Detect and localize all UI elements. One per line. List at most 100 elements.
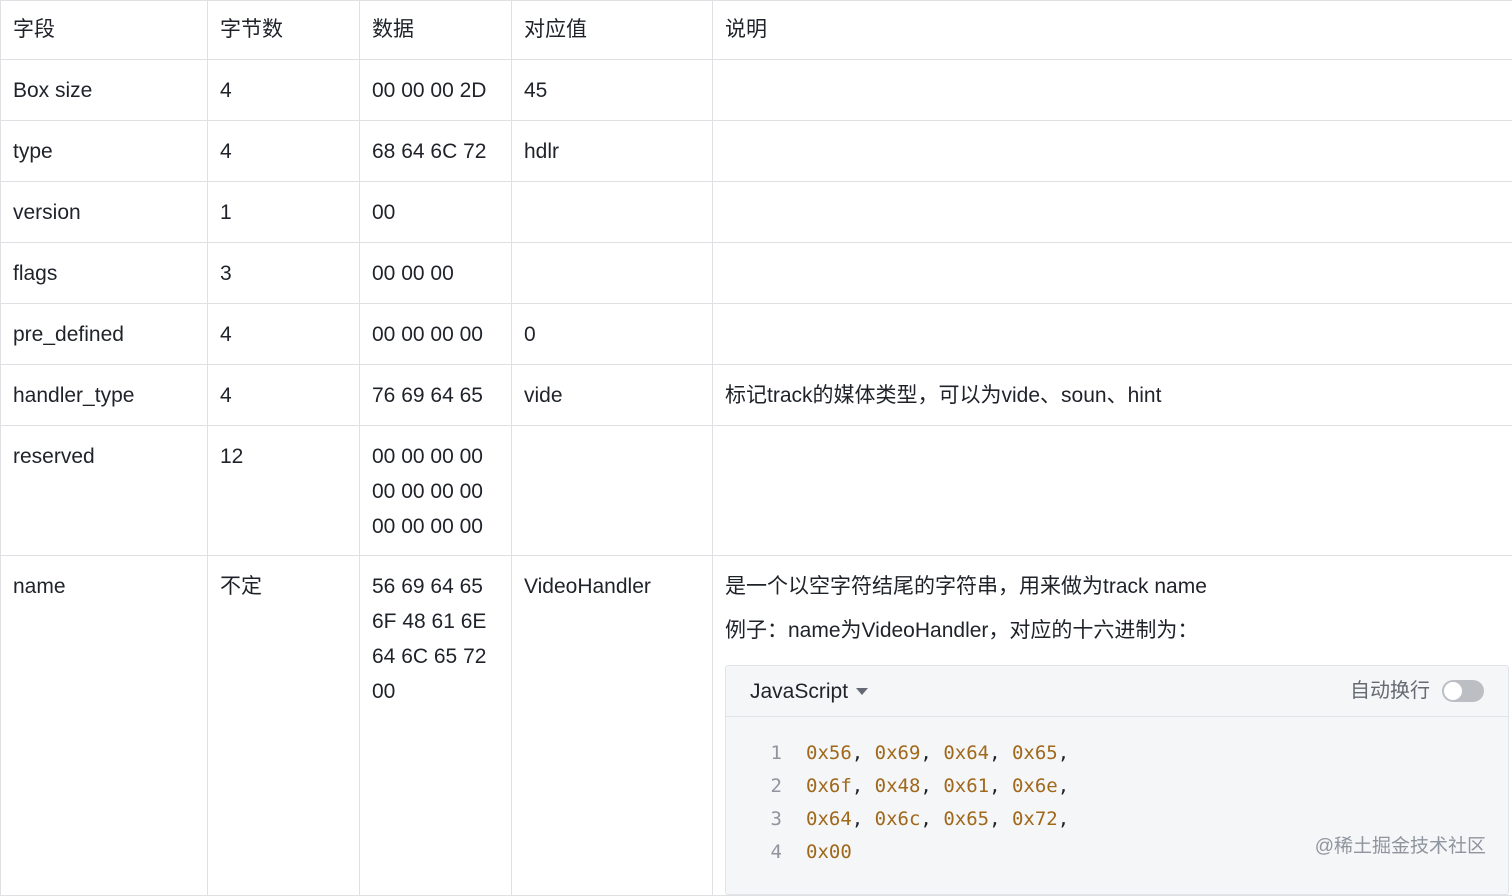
cell-bytes: 4 (208, 60, 360, 121)
cell-data: 00 (360, 182, 512, 243)
cell-field: Box size (1, 60, 208, 121)
cell-bytes-text: 3 (220, 243, 347, 291)
punctuation: , (920, 775, 943, 797)
table-row: flags 3 00 00 00 (1, 243, 1512, 304)
header-data: 数据 (360, 1, 512, 60)
cell-field: type (1, 121, 208, 182)
cell-desc-text (725, 121, 1500, 134)
cell-desc (713, 121, 1512, 182)
cell-desc: 标记track的媒体类型，可以为vide、soun、hint (713, 365, 1512, 426)
punctuation: , (920, 742, 943, 764)
cell-value (512, 426, 713, 556)
header-value-label: 对应值 (524, 1, 700, 47)
cell-value-text: 0 (524, 304, 700, 352)
cell-field-text: pre_defined (13, 304, 195, 352)
auto-wrap-label: 自动换行 (1350, 674, 1430, 709)
cell-value-text: hdlr (524, 121, 700, 169)
cell-data: 00 00 00 00 00 00 00 00 00 00 00 00 (360, 426, 512, 556)
cell-desc-text (725, 243, 1500, 256)
cell-field: reserved (1, 426, 208, 556)
cell-desc (713, 304, 1512, 365)
cell-value (512, 243, 713, 304)
punctuation: , (1058, 775, 1069, 797)
cell-value-text: VideoHandler (524, 556, 700, 604)
auto-wrap-control: 自动换行 (1350, 674, 1484, 709)
table-row: reserved 12 00 00 00 00 00 00 00 00 00 0… (1, 426, 1512, 556)
table-row: type 4 68 64 6C 72 hdlr (1, 121, 1512, 182)
data-line: 00 00 00 00 (372, 474, 499, 509)
code-block: JavaScript 自动换行 10x56, 0x69, 0x64, 0x65,… (725, 665, 1509, 895)
punctuation: , (1058, 742, 1069, 764)
punctuation: , (852, 742, 875, 764)
cell-desc (713, 60, 1512, 121)
cell-value (512, 182, 713, 243)
cell-desc-text (725, 182, 1500, 195)
line-number: 1 (726, 737, 806, 770)
hex-literal: 0x00 (806, 841, 852, 863)
hex-literal: 0x61 (943, 775, 989, 797)
punctuation: , (1058, 808, 1069, 830)
table-row: handler_type 4 76 69 64 65 vide 标记track的… (1, 365, 1512, 426)
cell-data: 68 64 6C 72 (360, 121, 512, 182)
data-line: 56 69 64 65 (372, 569, 499, 604)
cell-bytes-text: 4 (220, 304, 347, 352)
cell-data: 00 00 00 2D (360, 60, 512, 121)
cell-bytes: 1 (208, 182, 360, 243)
cell-value: VideoHandler (512, 556, 713, 896)
hex-literal: 0x48 (875, 775, 921, 797)
cell-data: 56 69 64 65 6F 48 61 6E 64 6C 65 72 00 (360, 556, 512, 896)
cell-desc (713, 426, 1512, 556)
punctuation: , (989, 775, 1012, 797)
header-field-label: 字段 (13, 1, 195, 47)
code-content: 0x64, 0x6c, 0x65, 0x72, (806, 803, 1069, 836)
header-bytes-label: 字节数 (220, 1, 347, 47)
hex-literal: 0x6e (1012, 775, 1058, 797)
caret-down-icon (856, 688, 868, 695)
cell-value: 45 (512, 60, 713, 121)
code-line: 20x6f, 0x48, 0x61, 0x6e, (726, 770, 1508, 803)
auto-wrap-toggle[interactable] (1442, 680, 1484, 702)
desc-line: 是一个以空字符结尾的字符串，用来做为track name (725, 569, 1500, 604)
cell-bytes: 3 (208, 243, 360, 304)
data-line: 6F 48 61 6E (372, 604, 499, 639)
cell-field-text: Box size (13, 60, 195, 108)
header-field: 字段 (1, 1, 208, 60)
cell-desc-text (725, 304, 1500, 317)
cell-bytes-text: 4 (220, 60, 347, 108)
cell-data-text: 00 (372, 182, 499, 230)
spec-table: 字段 字节数 数据 对应值 说明 Box size 4 00 00 00 2D … (0, 0, 1512, 896)
header-data-label: 数据 (372, 1, 499, 47)
cell-field: handler_type (1, 365, 208, 426)
cell-data: 00 00 00 (360, 243, 512, 304)
code-content: 0x56, 0x69, 0x64, 0x65, (806, 737, 1069, 770)
language-selector[interactable]: JavaScript (750, 674, 868, 709)
cell-data-text: 68 64 6C 72 (372, 121, 499, 169)
cell-field-text: flags (13, 243, 195, 291)
cell-data-lines: 56 69 64 65 6F 48 61 6E 64 6C 65 72 00 (372, 556, 499, 709)
data-line: 64 6C 65 72 (372, 639, 499, 674)
toggle-knob (1444, 682, 1462, 700)
table-header-row: 字段 字节数 数据 对应值 说明 (1, 1, 1512, 60)
line-number: 2 (726, 770, 806, 803)
data-line: 00 00 00 00 (372, 439, 499, 474)
cell-bytes-text: 不定 (220, 556, 347, 604)
cell-bytes: 4 (208, 121, 360, 182)
cell-value-text (524, 243, 700, 256)
hex-literal: 0x6c (875, 808, 921, 830)
punctuation: , (920, 808, 943, 830)
watermark-label: @稀土掘金技术社区 (1315, 831, 1486, 858)
cell-desc-text: 标记track的媒体类型，可以为vide、soun、hint (725, 365, 1500, 413)
table-row: pre_defined 4 00 00 00 00 0 (1, 304, 1512, 365)
punctuation: , (852, 775, 875, 797)
header-bytes: 字节数 (208, 1, 360, 60)
cell-field-text: version (13, 182, 195, 230)
cell-data: 00 00 00 00 (360, 304, 512, 365)
table-row: name 不定 56 69 64 65 6F 48 61 6E 64 6C 65… (1, 556, 1512, 896)
cell-field-text: name (13, 556, 195, 604)
header-desc-label: 说明 (725, 1, 1500, 47)
cell-value-text: 45 (524, 60, 700, 108)
code-content: 0x00 (806, 836, 852, 869)
cell-field: flags (1, 243, 208, 304)
code-line: 10x56, 0x69, 0x64, 0x65, (726, 737, 1508, 770)
hex-literal: 0x64 (806, 808, 852, 830)
